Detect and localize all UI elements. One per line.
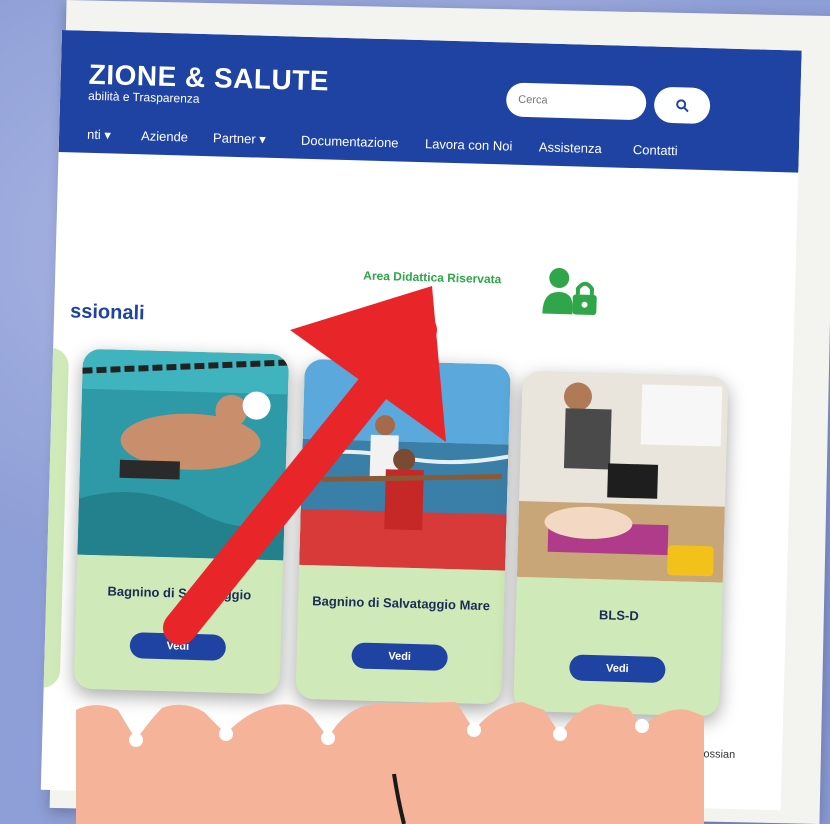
- card-title: Bagnino di Salvataggio: [107, 583, 252, 603]
- main-nav: nti ▾ Aziende Partner ▾ Documentazione L…: [87, 127, 799, 169]
- course-card-bls-d: BLS-D Vedi: [513, 370, 729, 717]
- reserved-area-link[interactable]: Area Didattica Riservata: [363, 269, 501, 287]
- search-icon: [676, 99, 689, 113]
- nav-item-lavora-con-noi[interactable]: Lavora con Noi: [425, 136, 513, 153]
- nav-item-documentazione[interactable]: Documentazione: [301, 133, 399, 151]
- search-button[interactable]: [653, 86, 711, 125]
- vedi-button[interactable]: Vedi: [351, 642, 448, 672]
- course-card-bagnino-mare: Bagnino di Salvataggio Mare Vedi: [295, 358, 511, 705]
- section-title: ssionali: [69, 300, 145, 325]
- user-lock-icon[interactable]: [542, 266, 601, 318]
- website-screenshot: ZIONE & SALUTE abilità e Trasparenza nti…: [40, 30, 802, 811]
- nav-item-partial[interactable]: nti ▾: [87, 127, 111, 144]
- cpr-training-image: [516, 370, 729, 583]
- site-subtitle: abilità e Trasparenza: [87, 88, 200, 106]
- nav-item-partner[interactable]: Partner ▾: [213, 130, 266, 147]
- vedi-button[interactable]: Vedi: [569, 654, 666, 684]
- vedi-button[interactable]: Vedi: [129, 632, 227, 661]
- swimming-rescue-image: [77, 348, 290, 561]
- site-header: ZIONE & SALUTE abilità e Trasparenza nti…: [58, 30, 802, 173]
- beach-lifeguard-image: [299, 358, 511, 571]
- card-title: Bagnino di Salvataggio Mare: [312, 593, 491, 614]
- search-input[interactable]: [505, 82, 647, 121]
- course-card-bagnino: Bagnino di Salvataggio Vedi: [73, 348, 290, 695]
- nav-item-aziende[interactable]: Aziende: [141, 128, 188, 144]
- nav-item-contatti[interactable]: Contatti: [633, 142, 678, 158]
- card-title: BLS-D: [598, 607, 639, 624]
- footer-text: ne possian: [681, 747, 736, 762]
- nav-item-assistenza[interactable]: Assistenza: [539, 139, 602, 156]
